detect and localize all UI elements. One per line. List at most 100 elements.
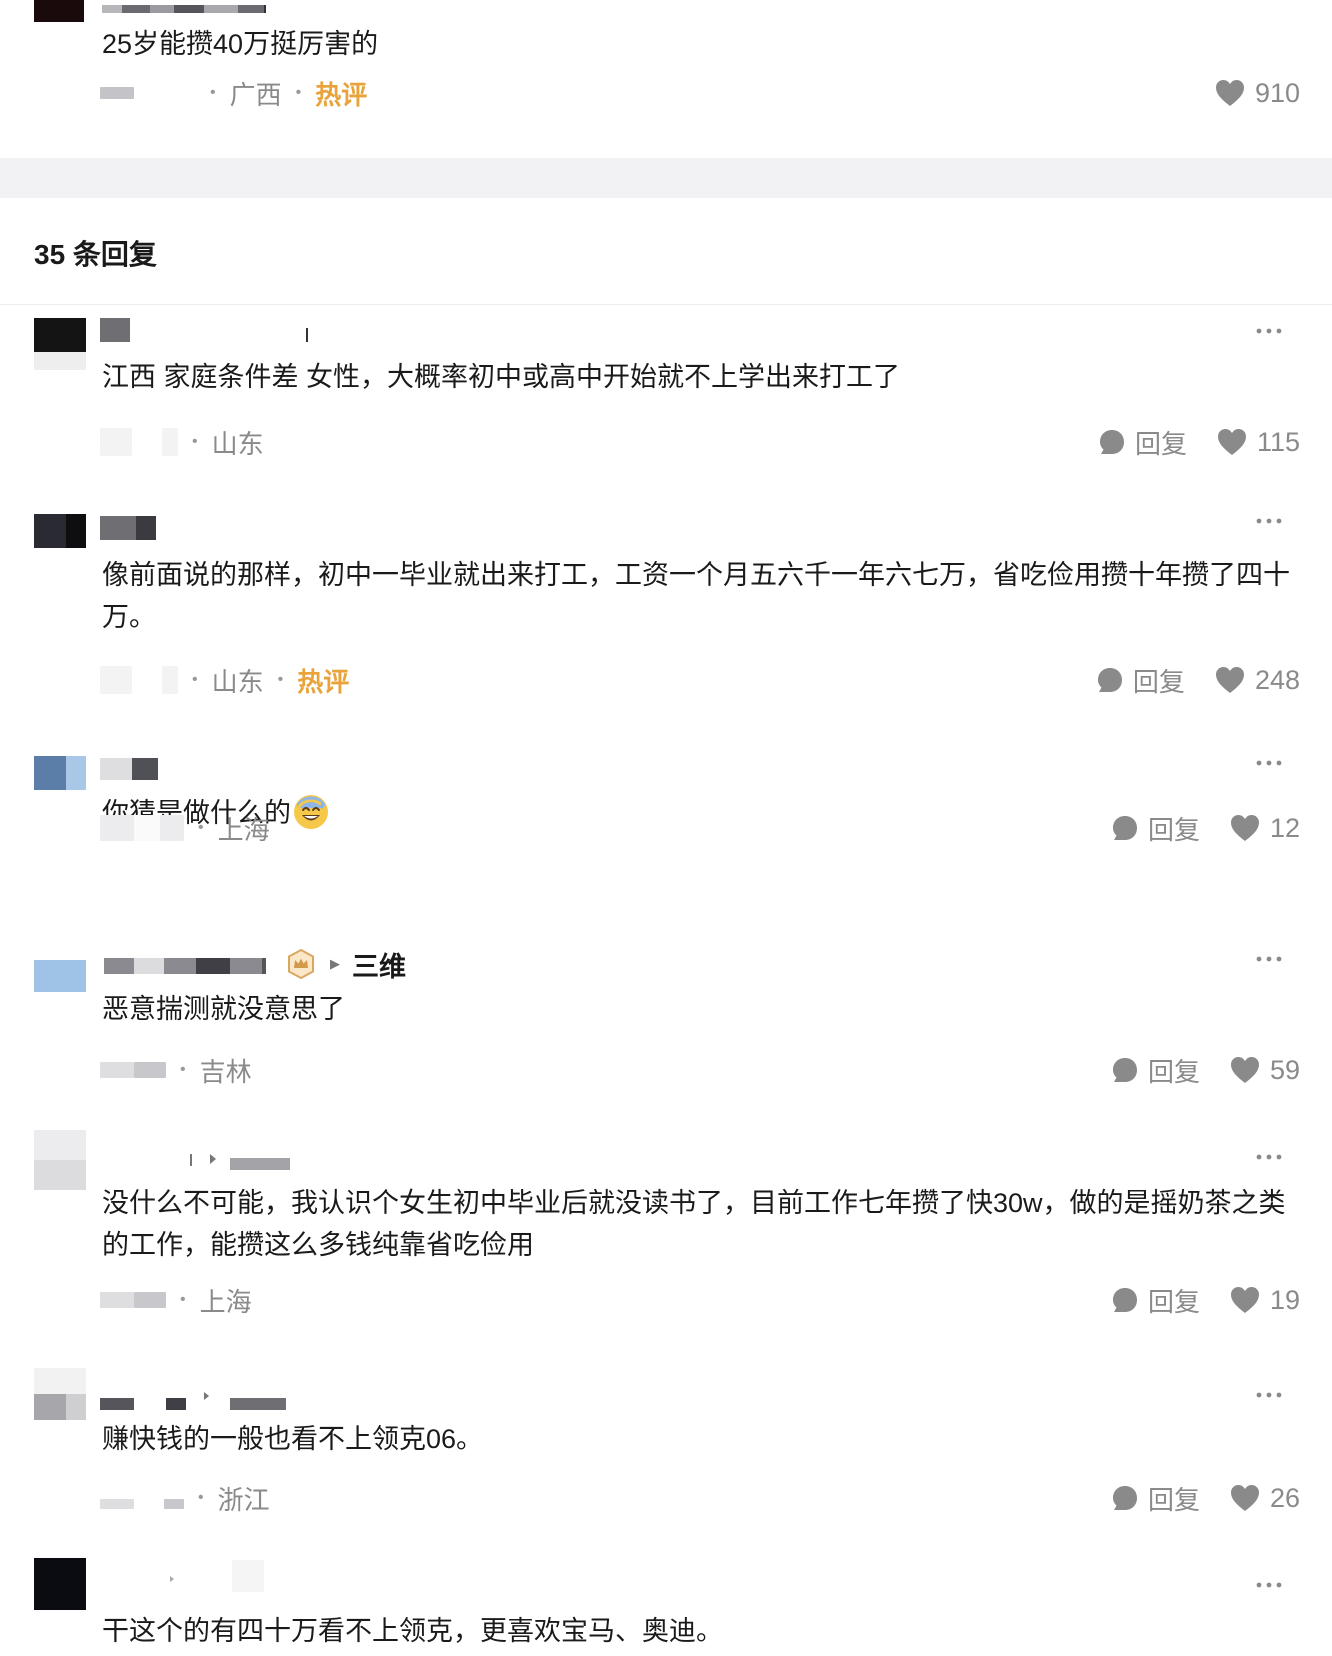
meta-separator: • xyxy=(180,1061,186,1078)
reply-text: 干这个的有四十万看不上领克，更喜欢宝马、奥迪。 xyxy=(102,1616,723,1646)
speech-bubble-icon xyxy=(1112,816,1137,840)
divider xyxy=(0,304,1332,305)
username-redacted xyxy=(104,958,266,974)
region-label: 上海 xyxy=(199,1286,252,1317)
reply-label: 回复 xyxy=(1147,1056,1200,1087)
reply-actions: 回复 115 xyxy=(1099,422,1300,462)
reply-meta: • 上海 xyxy=(100,808,270,848)
timestamp-redacted xyxy=(100,1292,134,1308)
more-dots-icon[interactable] xyxy=(1256,516,1282,526)
avatar[interactable] xyxy=(34,960,86,992)
avatar[interactable] xyxy=(34,1558,86,1610)
reply-label: 回复 xyxy=(1132,666,1185,697)
like-button[interactable]: 248 xyxy=(1215,665,1300,696)
meta-separator: • xyxy=(180,1291,186,1308)
meta-separator: • xyxy=(192,433,198,450)
reply-label: 回复 xyxy=(1147,1286,1200,1317)
reply-button[interactable]: 回复 xyxy=(1112,1480,1200,1517)
region-label: 山东 xyxy=(211,428,264,459)
avatar[interactable] xyxy=(34,514,86,548)
username-redacted xyxy=(100,1392,286,1410)
meta-separator: • xyxy=(192,671,198,688)
speech-bubble-icon xyxy=(1112,1058,1137,1082)
avatar[interactable] xyxy=(34,0,84,22)
reply-meta: • 山东 xyxy=(100,422,264,462)
more-dots-icon[interactable] xyxy=(1256,1580,1282,1590)
heart-icon xyxy=(1215,667,1244,693)
username-row[interactable] xyxy=(100,1382,290,1418)
username-redacted xyxy=(170,1560,264,1592)
username-row[interactable] xyxy=(100,312,310,348)
region-label: 山东 xyxy=(211,666,264,697)
meta-separator: • xyxy=(210,84,216,101)
reply-button[interactable]: 回复 xyxy=(1099,424,1187,461)
avatar[interactable] xyxy=(34,1368,86,1420)
timestamp-redacted xyxy=(100,87,134,99)
like-button[interactable]: 26 xyxy=(1230,1483,1300,1514)
more-dots-icon[interactable] xyxy=(1256,1152,1282,1162)
comments-page: 25岁能攒40万挺厉害的 • 广西 • 热评 910 35 条回复 江西 家庭条… xyxy=(0,0,1332,1656)
meta-separator: • xyxy=(277,671,284,688)
avatar[interactable] xyxy=(34,318,86,370)
like-button[interactable]: 12 xyxy=(1230,813,1300,844)
heart-icon xyxy=(1230,1485,1259,1511)
username-row[interactable] xyxy=(100,1142,290,1178)
like-button[interactable]: 910 xyxy=(1215,78,1300,109)
reply-button[interactable]: 回复 xyxy=(1097,662,1185,699)
heart-icon xyxy=(1217,429,1246,455)
like-count: 19 xyxy=(1269,1284,1300,1315)
more-dots-icon[interactable] xyxy=(1256,1390,1282,1400)
reply-meta: • 浙江 xyxy=(100,1478,270,1518)
avatar[interactable] xyxy=(34,756,86,790)
more-dots-icon[interactable] xyxy=(1256,954,1282,964)
username-row[interactable] xyxy=(100,510,160,546)
more-dots-icon[interactable] xyxy=(1256,758,1282,768)
username-row[interactable] xyxy=(100,1558,270,1594)
like-count: 910 xyxy=(1254,77,1300,108)
username-redacted[interactable] xyxy=(102,0,270,13)
timestamp-redacted xyxy=(100,1499,134,1509)
reply-target-name[interactable]: 三维 xyxy=(352,945,406,984)
username-row[interactable] xyxy=(100,750,160,786)
reply-meta: • 吉林 xyxy=(100,1050,252,1090)
like-count: 248 xyxy=(1254,664,1300,695)
like-button[interactable]: 59 xyxy=(1230,1055,1300,1086)
reply-text: 没什么不可能，我认识个女生初中毕业后就没读书了，目前工作七年攒了快30w，做的是… xyxy=(102,1188,1286,1260)
top-comment: 25岁能攒40万挺厉害的 • 广西 • 热评 910 xyxy=(0,0,1332,158)
heart-icon xyxy=(1215,80,1244,106)
comment-actions: 910 xyxy=(1215,73,1300,113)
reply-meta: • 上海 xyxy=(100,1280,252,1320)
timestamp-redacted xyxy=(100,428,132,456)
more-dots-icon[interactable] xyxy=(1256,326,1282,336)
like-count: 12 xyxy=(1269,812,1300,843)
cold-sweat-smile-emoji xyxy=(294,795,328,829)
region-label: 吉林 xyxy=(199,1056,252,1087)
reply-button[interactable]: 回复 xyxy=(1112,1282,1200,1319)
region-label: 上海 xyxy=(217,814,270,845)
reply-button[interactable]: 回复 xyxy=(1112,1052,1200,1089)
meta-separator: • xyxy=(295,84,302,101)
reply-label: 回复 xyxy=(1134,428,1187,459)
speech-bubble-icon xyxy=(1099,430,1124,454)
reply-meta: • 山东 • 热评 xyxy=(100,660,349,700)
heart-icon xyxy=(1230,815,1259,841)
like-count: 115 xyxy=(1256,426,1300,457)
replies-count-header: 35 条回复 xyxy=(34,239,157,270)
reply-actions: 回复 26 xyxy=(1112,1478,1300,1518)
speech-bubble-icon xyxy=(1112,1486,1137,1510)
like-count: 59 xyxy=(1269,1054,1300,1085)
reply-text: 赚快钱的一般也看不上领克06。 xyxy=(102,1424,484,1454)
avatar[interactable] xyxy=(34,1130,86,1190)
reply-button[interactable]: 回复 xyxy=(1112,810,1200,847)
like-button[interactable]: 19 xyxy=(1230,1285,1300,1316)
heart-icon xyxy=(1230,1057,1259,1083)
reply-actions: 回复 19 xyxy=(1112,1280,1300,1320)
reply-label: 回复 xyxy=(1147,814,1200,845)
like-button[interactable]: 115 xyxy=(1217,427,1300,458)
username-row[interactable]: ▶ 三维 xyxy=(100,946,406,982)
reply-label: 回复 xyxy=(1147,1484,1200,1515)
reply-text: 恶意揣测就没意思了 xyxy=(102,994,345,1024)
timestamp-redacted xyxy=(100,666,132,694)
timestamp-redacted xyxy=(100,1062,134,1078)
comment-text: 25岁能攒40万挺厉害的 xyxy=(102,29,379,59)
